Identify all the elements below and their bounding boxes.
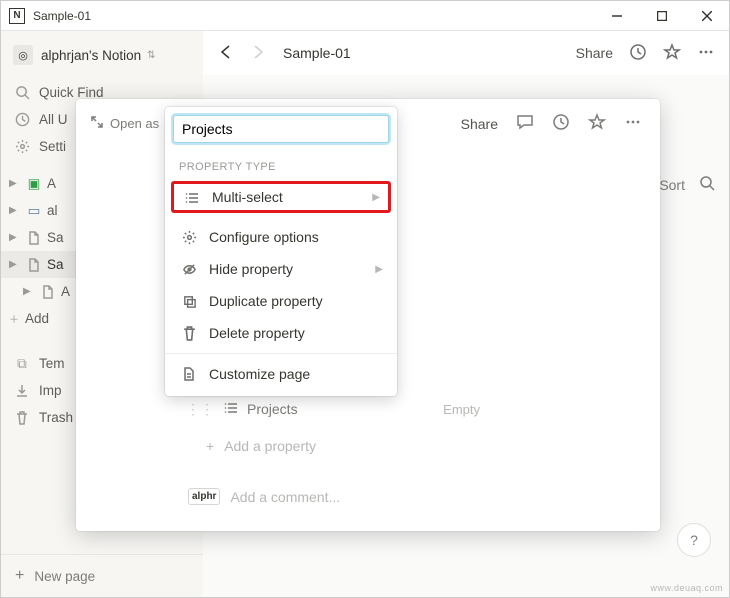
- more-icon[interactable]: [697, 43, 715, 64]
- chevron-right-icon: ▶: [372, 192, 380, 203]
- divider: [165, 353, 397, 354]
- share-button[interactable]: Share: [461, 116, 498, 132]
- star-icon[interactable]: [663, 43, 681, 64]
- duplicate-property[interactable]: Duplicate property: [165, 285, 397, 317]
- menu-item-label: Customize page: [209, 366, 310, 382]
- help-button[interactable]: ?: [677, 523, 711, 557]
- menu-item-label: Configure options: [209, 229, 319, 245]
- caret-icon[interactable]: ▶: [9, 178, 23, 189]
- plus-icon: +: [206, 438, 214, 454]
- caret-icon[interactable]: ▶: [9, 205, 23, 216]
- search-icon[interactable]: [699, 175, 715, 194]
- property-type-multiselect[interactable]: Multi-select ▶: [171, 181, 391, 213]
- caret-icon[interactable]: ▶: [9, 259, 23, 270]
- open-as-label: Open as: [110, 116, 159, 131]
- plus-icon: +: [15, 567, 24, 585]
- add-property-label: Add a property: [224, 438, 316, 454]
- maximize-button[interactable]: [639, 1, 684, 31]
- search-icon: [13, 85, 31, 100]
- menu-item-label: Multi-select: [212, 189, 283, 205]
- watermark: www.deuaq.com: [650, 583, 723, 593]
- tree-item-label: Sa: [47, 257, 64, 272]
- toolbar-right: Sort: [659, 175, 715, 194]
- window-titlebar: N Sample-01: [1, 1, 729, 31]
- property-empty: Empty: [443, 402, 480, 417]
- settings-label: Setti: [39, 139, 66, 154]
- hide-property[interactable]: Hide property ▶: [165, 253, 397, 285]
- clock-icon[interactable]: [552, 113, 570, 134]
- caret-icon[interactable]: ▶: [23, 286, 37, 297]
- page-icon: [39, 285, 57, 299]
- drag-handle-icon[interactable]: ⋮⋮: [186, 401, 214, 418]
- templates-icon: ⧉: [13, 356, 31, 372]
- back-button[interactable]: [217, 43, 235, 64]
- tree-item-label: al: [47, 203, 58, 218]
- workspace-switcher[interactable]: ◎ alphrjan's Notion ⇅: [1, 41, 203, 69]
- tree-item-label: A: [47, 176, 56, 191]
- tree-item-label: Sa: [47, 230, 64, 245]
- updown-icon: ⇅: [147, 50, 155, 61]
- window-title: Sample-01: [33, 9, 594, 23]
- import-label: Imp: [39, 383, 62, 398]
- duplicate-icon: [179, 294, 199, 309]
- comment-input[interactable]: alphr Add a comment...: [188, 488, 660, 505]
- caret-icon[interactable]: ▶: [9, 232, 23, 243]
- property-menu-popup: PROPERTY TYPE Multi-select ▶ Configure o…: [165, 107, 397, 396]
- expand-icon: [90, 115, 104, 132]
- menu-item-label: Delete property: [209, 325, 305, 341]
- sort-button[interactable]: Sort: [659, 177, 685, 193]
- notion-app-icon: N: [9, 8, 25, 24]
- add-page-label: Add: [25, 311, 49, 326]
- new-page-button[interactable]: + New page: [1, 555, 203, 597]
- new-page-label: New page: [34, 569, 95, 584]
- plus-icon: ＋: [9, 311, 23, 326]
- chevron-right-icon: ▶: [375, 264, 383, 275]
- eye-off-icon: [179, 262, 199, 277]
- comment-icon[interactable]: [516, 113, 534, 134]
- page-icon: [25, 231, 43, 245]
- workspace-icon: ◎: [13, 45, 33, 65]
- list-icon: [182, 190, 202, 205]
- trash-icon: [13, 411, 31, 425]
- clock-icon[interactable]: [629, 43, 647, 64]
- add-property-button[interactable]: + Add a property: [206, 438, 660, 454]
- all-updates-label: All U: [39, 112, 68, 127]
- gear-icon: [179, 230, 199, 245]
- page-icon: [179, 367, 199, 381]
- checkbox-icon: ▣: [25, 176, 43, 192]
- property-row[interactable]: ⋮⋮ Projects Empty: [186, 394, 480, 424]
- image-icon: ▭: [25, 203, 43, 219]
- avatar: alphr: [188, 488, 220, 505]
- quick-find-label: Quick Find: [39, 85, 104, 100]
- list-icon: [224, 400, 239, 418]
- import-icon: [13, 384, 31, 398]
- property-name-input[interactable]: [173, 115, 389, 143]
- gear-icon: [13, 139, 31, 154]
- menu-item-label: Duplicate property: [209, 293, 323, 309]
- share-button[interactable]: Share: [576, 45, 613, 61]
- templates-label: Tem: [39, 356, 65, 371]
- delete-property[interactable]: Delete property: [165, 317, 397, 349]
- section-label: PROPERTY TYPE: [165, 151, 397, 179]
- star-icon[interactable]: [588, 113, 606, 134]
- open-as-page[interactable]: Open as: [90, 115, 159, 132]
- menu-item-label: Hide property: [209, 261, 293, 277]
- help-label: ?: [690, 532, 698, 548]
- more-icon[interactable]: [624, 113, 642, 134]
- comment-placeholder: Add a comment...: [230, 489, 340, 505]
- minimize-button[interactable]: [594, 1, 639, 31]
- trash-label: Trash: [39, 410, 73, 425]
- page-icon: [25, 258, 43, 272]
- tree-item-label: A: [61, 284, 70, 299]
- workspace-name: alphrjan's Notion: [41, 48, 141, 63]
- topbar: Sample-01 Share: [203, 31, 729, 75]
- clock-icon: [13, 112, 31, 127]
- property-name: Projects: [247, 401, 298, 417]
- close-button[interactable]: [684, 1, 729, 31]
- configure-options[interactable]: Configure options: [165, 221, 397, 253]
- trash-icon: [179, 326, 199, 341]
- forward-button[interactable]: [249, 43, 267, 64]
- breadcrumb[interactable]: Sample-01: [283, 45, 351, 61]
- customize-page[interactable]: Customize page: [165, 358, 397, 390]
